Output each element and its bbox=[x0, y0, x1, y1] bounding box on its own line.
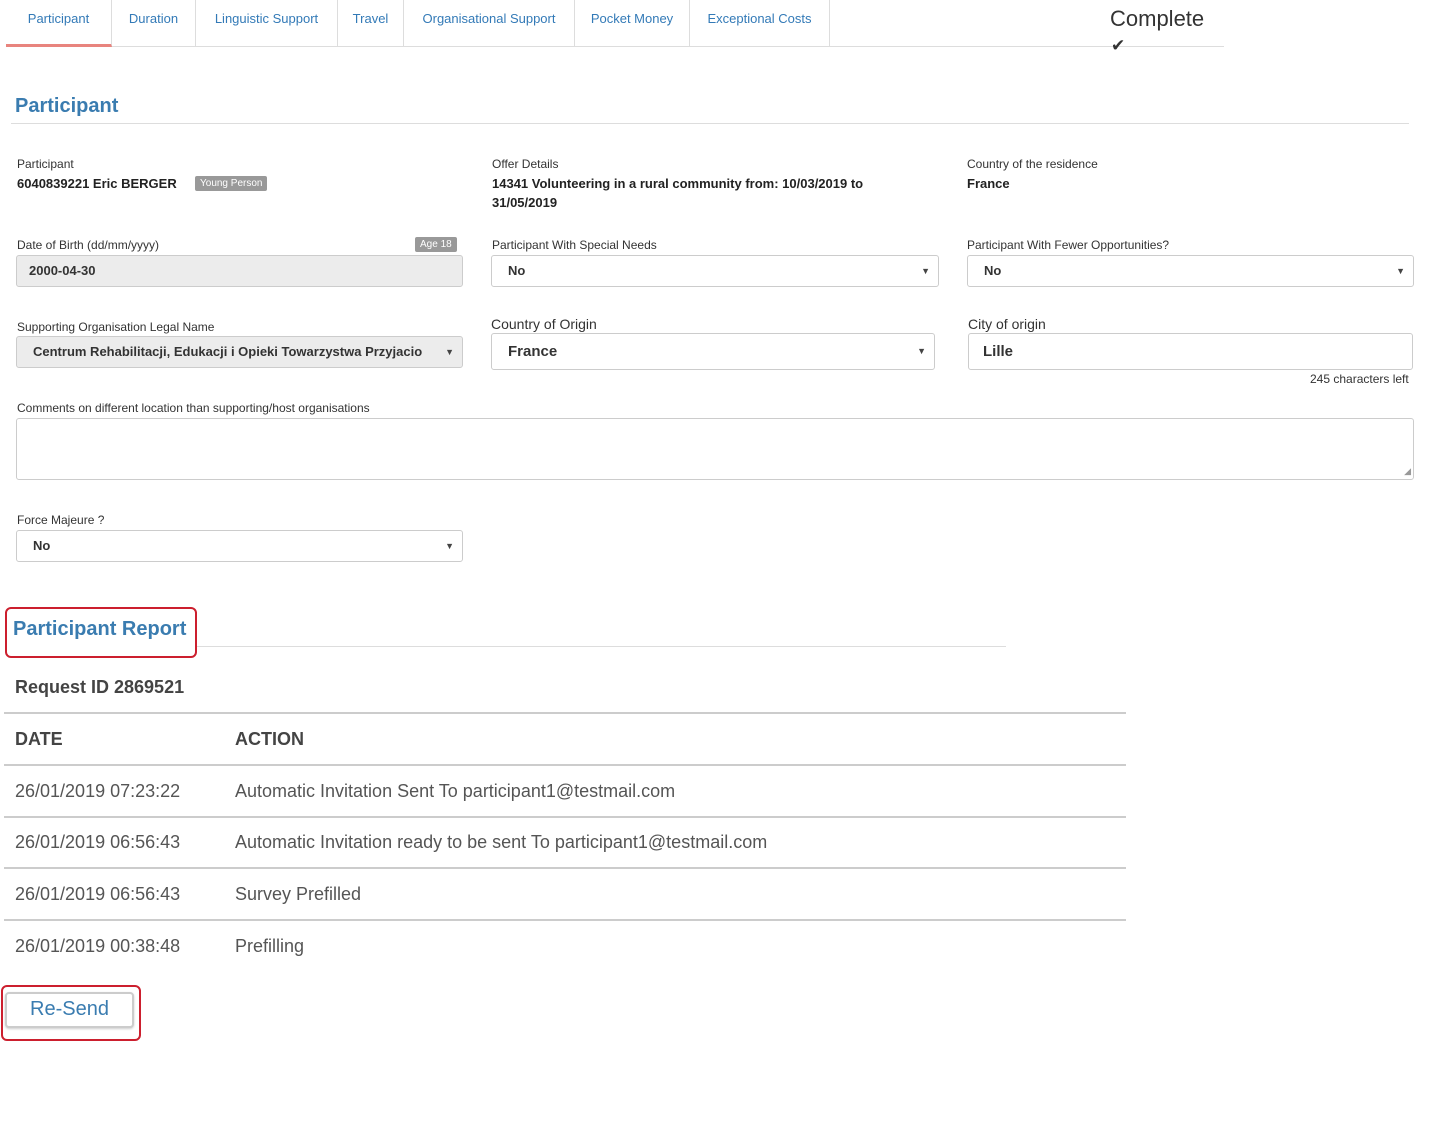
tab-exceptional-costs[interactable]: Exceptional Costs bbox=[690, 0, 830, 47]
city-origin-label: City of origin bbox=[968, 316, 1046, 332]
supporting-org-label: Supporting Organisation Legal Name bbox=[17, 320, 215, 334]
fewer-opportunities-label: Participant With Fewer Opportunities? bbox=[967, 238, 1170, 252]
checkmark-icon: ✔ bbox=[1111, 36, 1126, 55]
chevron-down-icon: ▼ bbox=[1396, 266, 1405, 276]
special-needs-value: No bbox=[508, 263, 526, 278]
force-majeure-select[interactable]: No ▼ bbox=[16, 530, 463, 562]
force-majeure-label: Force Majeure ? bbox=[17, 513, 105, 527]
chevron-down-icon: ▼ bbox=[445, 541, 454, 551]
country-origin-label: Country of Origin bbox=[491, 316, 597, 332]
supporting-org-value: Centrum Rehabilitacji, Edukacji i Opieki… bbox=[33, 344, 423, 359]
special-needs-select[interactable]: No ▼ bbox=[491, 255, 939, 287]
row-action: Survey Prefilled bbox=[235, 884, 362, 904]
country-origin-value: France bbox=[508, 343, 558, 360]
chevron-down-icon: ▼ bbox=[921, 266, 930, 276]
row-date: 26/01/2019 00:38:48 bbox=[15, 936, 181, 956]
dob-label: Date of Birth (dd/mm/yyyy) bbox=[17, 238, 160, 252]
section-title-participant-report: Participant Report bbox=[13, 618, 187, 640]
tab-participant[interactable]: Participant bbox=[6, 0, 112, 47]
tab-bar: Participant Duration Linguistic Support … bbox=[6, 0, 1224, 47]
offer-details-value: 14341 Volunteering in a rural community … bbox=[492, 176, 864, 210]
chevron-down-icon: ▼ bbox=[917, 346, 926, 356]
comments-label: Comments on different location than supp… bbox=[17, 401, 370, 415]
table-divider bbox=[4, 712, 1126, 714]
country-residence-value: France bbox=[967, 176, 1010, 191]
tab-duration[interactable]: Duration bbox=[112, 0, 196, 47]
resend-button[interactable]: Re-Send bbox=[5, 992, 134, 1028]
column-header-date: DATE bbox=[15, 729, 63, 749]
country-origin-select[interactable]: France ▼ bbox=[491, 333, 935, 370]
column-header-action: ACTION bbox=[235, 729, 304, 749]
age-badge: Age 18 bbox=[415, 237, 457, 252]
table-divider bbox=[4, 867, 1126, 869]
dob-field[interactable]: 2000-04-30 bbox=[16, 255, 463, 287]
tab-pocket-money[interactable]: Pocket Money bbox=[575, 0, 690, 47]
divider bbox=[11, 123, 1409, 124]
fewer-opportunities-value: No bbox=[984, 263, 1002, 278]
young-person-badge: Young Person bbox=[195, 176, 268, 191]
special-needs-label: Participant With Special Needs bbox=[492, 238, 657, 252]
tab-organisational-support[interactable]: Organisational Support bbox=[404, 0, 575, 47]
tab-travel[interactable]: Travel bbox=[338, 0, 404, 47]
table-divider bbox=[4, 764, 1126, 766]
city-origin-input[interactable]: Lille bbox=[968, 333, 1413, 370]
supporting-org-select[interactable]: Centrum Rehabilitacji, Edukacji i Opieki… bbox=[16, 336, 463, 368]
tab-linguistic-support[interactable]: Linguistic Support bbox=[196, 0, 338, 47]
row-date: 26/01/2019 06:56:43 bbox=[15, 884, 181, 904]
participant-label: Participant bbox=[17, 157, 74, 171]
row-date: 26/01/2019 06:56:43 bbox=[15, 832, 181, 852]
comments-textarea[interactable]: ◢ bbox=[16, 418, 1414, 480]
char-counter: 245 characters left bbox=[1310, 372, 1409, 386]
force-majeure-value: No bbox=[33, 538, 51, 553]
status-complete-label: Complete bbox=[1110, 6, 1205, 31]
row-action: Prefilling bbox=[235, 936, 305, 956]
table-divider bbox=[4, 816, 1126, 818]
offer-details-label: Offer Details bbox=[492, 157, 559, 171]
participant-value: 6040839221 Eric BERGER bbox=[17, 176, 177, 191]
table-divider bbox=[4, 919, 1126, 921]
row-action: Automatic Invitation ready to be sent To… bbox=[235, 832, 768, 852]
resize-handle-icon[interactable]: ◢ bbox=[1404, 466, 1411, 477]
country-residence-label: Country of the residence bbox=[967, 157, 1098, 171]
request-id: Request ID 2869521 bbox=[15, 677, 185, 697]
row-date: 26/01/2019 07:23:22 bbox=[15, 781, 181, 801]
fewer-opportunities-select[interactable]: No ▼ bbox=[967, 255, 1414, 287]
divider bbox=[197, 646, 1006, 647]
section-title-participant: Participant bbox=[15, 95, 119, 117]
chevron-down-icon: ▼ bbox=[445, 347, 454, 357]
row-action: Automatic Invitation Sent To participant… bbox=[235, 781, 676, 801]
